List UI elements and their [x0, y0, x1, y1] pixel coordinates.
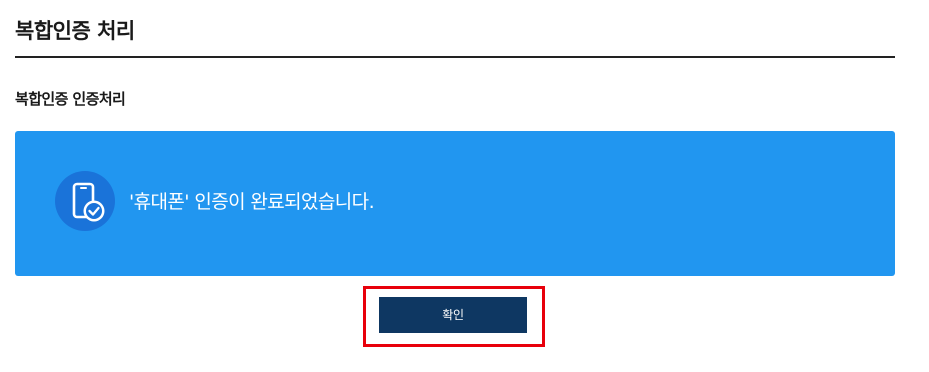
auth-result-panel: '휴대폰' 인증이 완료되었습니다.: [15, 131, 895, 276]
confirm-button[interactable]: 확인: [379, 297, 527, 333]
auth-result-message: '휴대폰' 인증이 완료되었습니다.: [129, 191, 375, 213]
phone-check-icon: [55, 171, 115, 231]
section-title: 복합인증 인증처리: [15, 90, 126, 108]
page-title: 복합인증 처리: [15, 19, 135, 43]
title-divider: [15, 56, 895, 58]
